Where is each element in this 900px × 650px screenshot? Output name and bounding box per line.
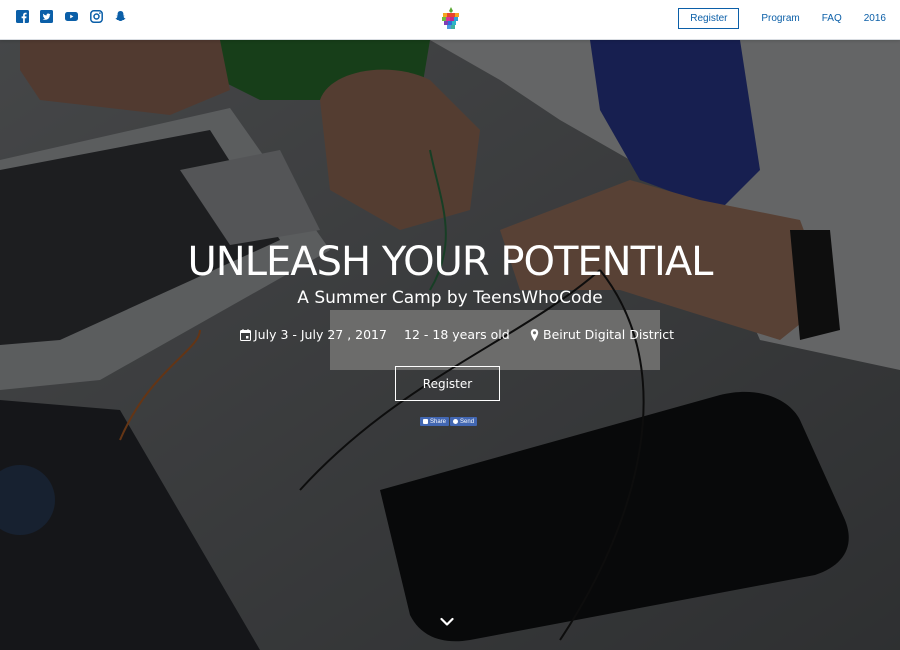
- nav-link-program[interactable]: Program: [761, 13, 799, 24]
- hero-register-button[interactable]: Register: [395, 366, 500, 401]
- nav-register-button[interactable]: Register: [678, 8, 740, 29]
- event-ages-text: 12 - 18 years old: [404, 327, 510, 342]
- snapchat-icon[interactable]: [114, 10, 127, 23]
- calendar-icon: [240, 328, 251, 341]
- nav-link-2016[interactable]: 2016: [864, 13, 886, 24]
- chevron-down-icon[interactable]: [440, 617, 454, 627]
- map-pin-icon: [530, 328, 539, 341]
- hero-section: UNLEASH YOUR POTENTIAL A Summer Camp by …: [0, 40, 900, 650]
- facebook-send-label: Send: [460, 418, 475, 425]
- social-links: [16, 10, 127, 23]
- messenger-icon: [453, 419, 459, 424]
- event-dates-text: July 3 - July 27 , 2017: [254, 327, 387, 342]
- event-ages: 12 - 18 years old: [404, 327, 510, 342]
- nav-link-faq[interactable]: FAQ: [822, 13, 842, 24]
- hero-title: UNLEASH YOUR POTENTIAL: [187, 239, 714, 285]
- facebook-icon: [423, 419, 428, 424]
- facebook-share-button[interactable]: Share: [420, 417, 450, 426]
- event-dates: July 3 - July 27 , 2017: [240, 327, 387, 342]
- facebook-buttons: Share Send: [420, 417, 478, 426]
- twitter-icon[interactable]: [40, 10, 53, 23]
- nav-menu: Register Program FAQ 2016: [678, 8, 886, 29]
- hero-subtitle: A Summer Camp by TeensWhoCode: [297, 288, 603, 308]
- instagram-icon[interactable]: [90, 10, 103, 23]
- facebook-share-label: Share: [430, 418, 447, 425]
- youtube-icon[interactable]: [64, 10, 79, 23]
- facebook-send-button[interactable]: Send: [450, 417, 478, 426]
- event-location-text: Beirut Digital District: [543, 327, 675, 342]
- top-navbar: Register Program FAQ 2016: [0, 0, 900, 40]
- event-location: Beirut Digital District: [529, 327, 674, 342]
- event-details: July 3 - July 27 , 2017 12 - 18 years ol…: [0, 327, 900, 347]
- teenswhocode-logo[interactable]: [441, 6, 461, 32]
- facebook-icon[interactable]: [16, 10, 29, 23]
